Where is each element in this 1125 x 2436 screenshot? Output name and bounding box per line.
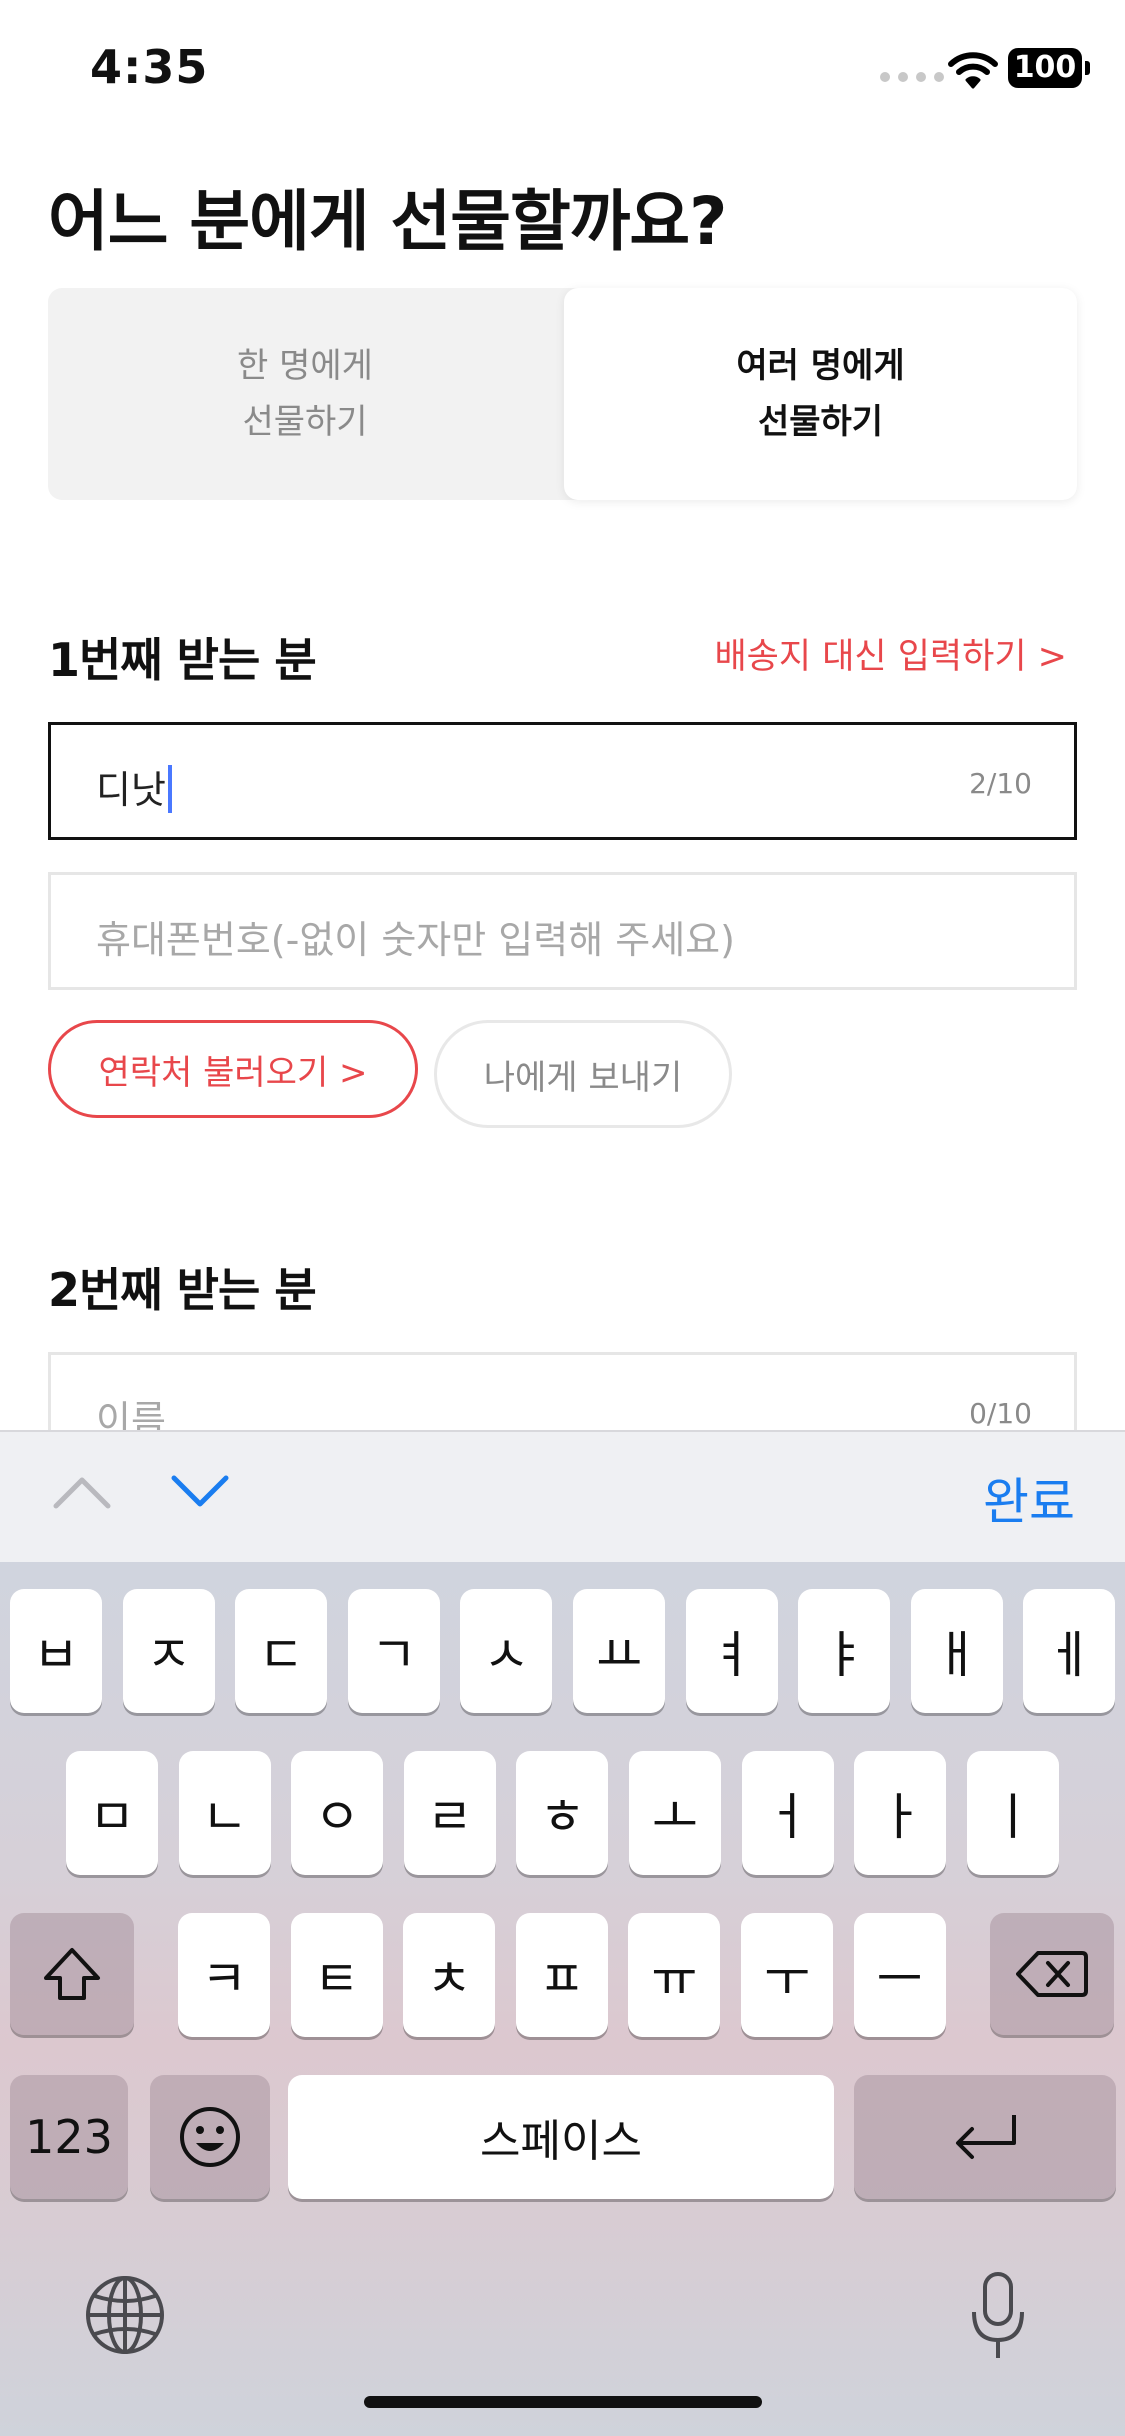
recipient1-name-field[interactable]: 디낫 2/10 (48, 722, 1077, 840)
key-row1-4[interactable]: ㅅ (460, 1589, 553, 1713)
key-row3-6[interactable]: ㅡ (853, 1913, 946, 2037)
recipient1-title: 1번째 받는 분 (48, 633, 317, 687)
key-row2-8[interactable]: ㅣ (966, 1751, 1059, 1875)
key-row1-7[interactable]: ㅑ (798, 1589, 891, 1713)
battery-icon: 100 (1008, 48, 1090, 88)
key-row3-3[interactable]: ㅍ (515, 1913, 608, 2037)
key-row2-6[interactable]: ㅓ (741, 1751, 834, 1875)
wifi-icon (948, 52, 998, 89)
key-row1-3[interactable]: ㄱ (347, 1589, 440, 1713)
shift-key[interactable] (10, 1913, 134, 2035)
status-bar: 4:35 100 (0, 0, 1125, 140)
key-row1-6[interactable]: ㅕ (685, 1589, 778, 1713)
recipient1-name-counter: 2/10 (969, 767, 1032, 800)
enter-shipping-address-link[interactable]: 배송지 대신 입력하기 > (714, 628, 1067, 679)
previous-field-icon[interactable] (52, 1472, 112, 1512)
backspace-icon (1016, 1949, 1088, 1999)
segment-single-recipient[interactable]: 한 명에게 선물하기 (48, 288, 562, 500)
send-to-me-button[interactable]: 나에게 보내기 (434, 1020, 732, 1128)
key-row3-2[interactable]: ㅊ (403, 1913, 496, 2037)
segment-multiple-recipients[interactable]: 여러 명에게 선물하기 (564, 288, 1077, 500)
recipient-mode-segment: 한 명에게 선물하기 여러 명에게 선물하기 (48, 288, 1077, 500)
keyboard-accessory-bar: 완료 (0, 1430, 1125, 1562)
key-row2-2[interactable]: ㅇ (291, 1751, 384, 1875)
home-indicator (364, 2396, 762, 2408)
key-row2-0[interactable]: ㅁ (66, 1751, 158, 1875)
recipient1-name-value: 디낫 (96, 759, 172, 814)
next-field-icon[interactable] (170, 1472, 230, 1512)
numbers-key[interactable]: 123 (10, 2075, 128, 2199)
recipient2-name-counter: 0/10 (969, 1397, 1032, 1430)
globe-icon[interactable] (84, 2274, 166, 2356)
key-row3-4[interactable]: ㅠ (628, 1913, 721, 2037)
key-row3-1[interactable]: ㅌ (290, 1913, 383, 2037)
emoji-key[interactable] (150, 2075, 270, 2199)
return-key[interactable] (854, 2075, 1116, 2199)
done-button[interactable]: 완료 (983, 1462, 1075, 1534)
return-icon (950, 2109, 1020, 2165)
status-time: 4:35 (90, 40, 209, 94)
emoji-icon (178, 2105, 242, 2169)
key-row2-4[interactable]: ㅎ (516, 1751, 609, 1875)
shift-icon (40, 1944, 104, 2004)
key-row2-7[interactable]: ㅏ (854, 1751, 947, 1875)
key-row1-1[interactable]: ㅈ (122, 1589, 215, 1713)
key-row3-5[interactable]: ㅜ (741, 1913, 833, 2037)
text-cursor (167, 765, 172, 813)
backspace-key[interactable] (990, 1913, 1114, 2035)
load-contacts-button[interactable]: 연락처 불러오기 > (48, 1020, 418, 1118)
space-key[interactable]: 스페이스 (288, 2075, 834, 2199)
key-row2-5[interactable]: ㅗ (629, 1751, 721, 1875)
key-row3-0[interactable]: ㅋ (178, 1913, 270, 2037)
key-row2-3[interactable]: ㄹ (403, 1751, 496, 1875)
key-row2-1[interactable]: ㄴ (178, 1751, 271, 1875)
key-row1-0[interactable]: ㅂ (10, 1589, 102, 1713)
key-row1-5[interactable]: ㅛ (573, 1589, 665, 1713)
microphone-icon[interactable] (968, 2270, 1028, 2362)
recipient2-title: 2번째 받는 분 (48, 1263, 317, 1317)
page-title: 어느 분에게 선물할까요? (48, 183, 727, 260)
key-row1-8[interactable]: ㅐ (910, 1589, 1003, 1713)
phone-placeholder: 휴대폰번호(-없이 숫자만 입력해 주세요) (96, 918, 735, 962)
recipient1-phone-field[interactable]: 휴대폰번호(-없이 숫자만 입력해 주세요) (48, 872, 1077, 990)
key-row1-9[interactable]: ㅔ (1023, 1589, 1116, 1713)
key-row1-2[interactable]: ㄷ (235, 1589, 328, 1713)
cellular-signal-icon (880, 72, 944, 82)
